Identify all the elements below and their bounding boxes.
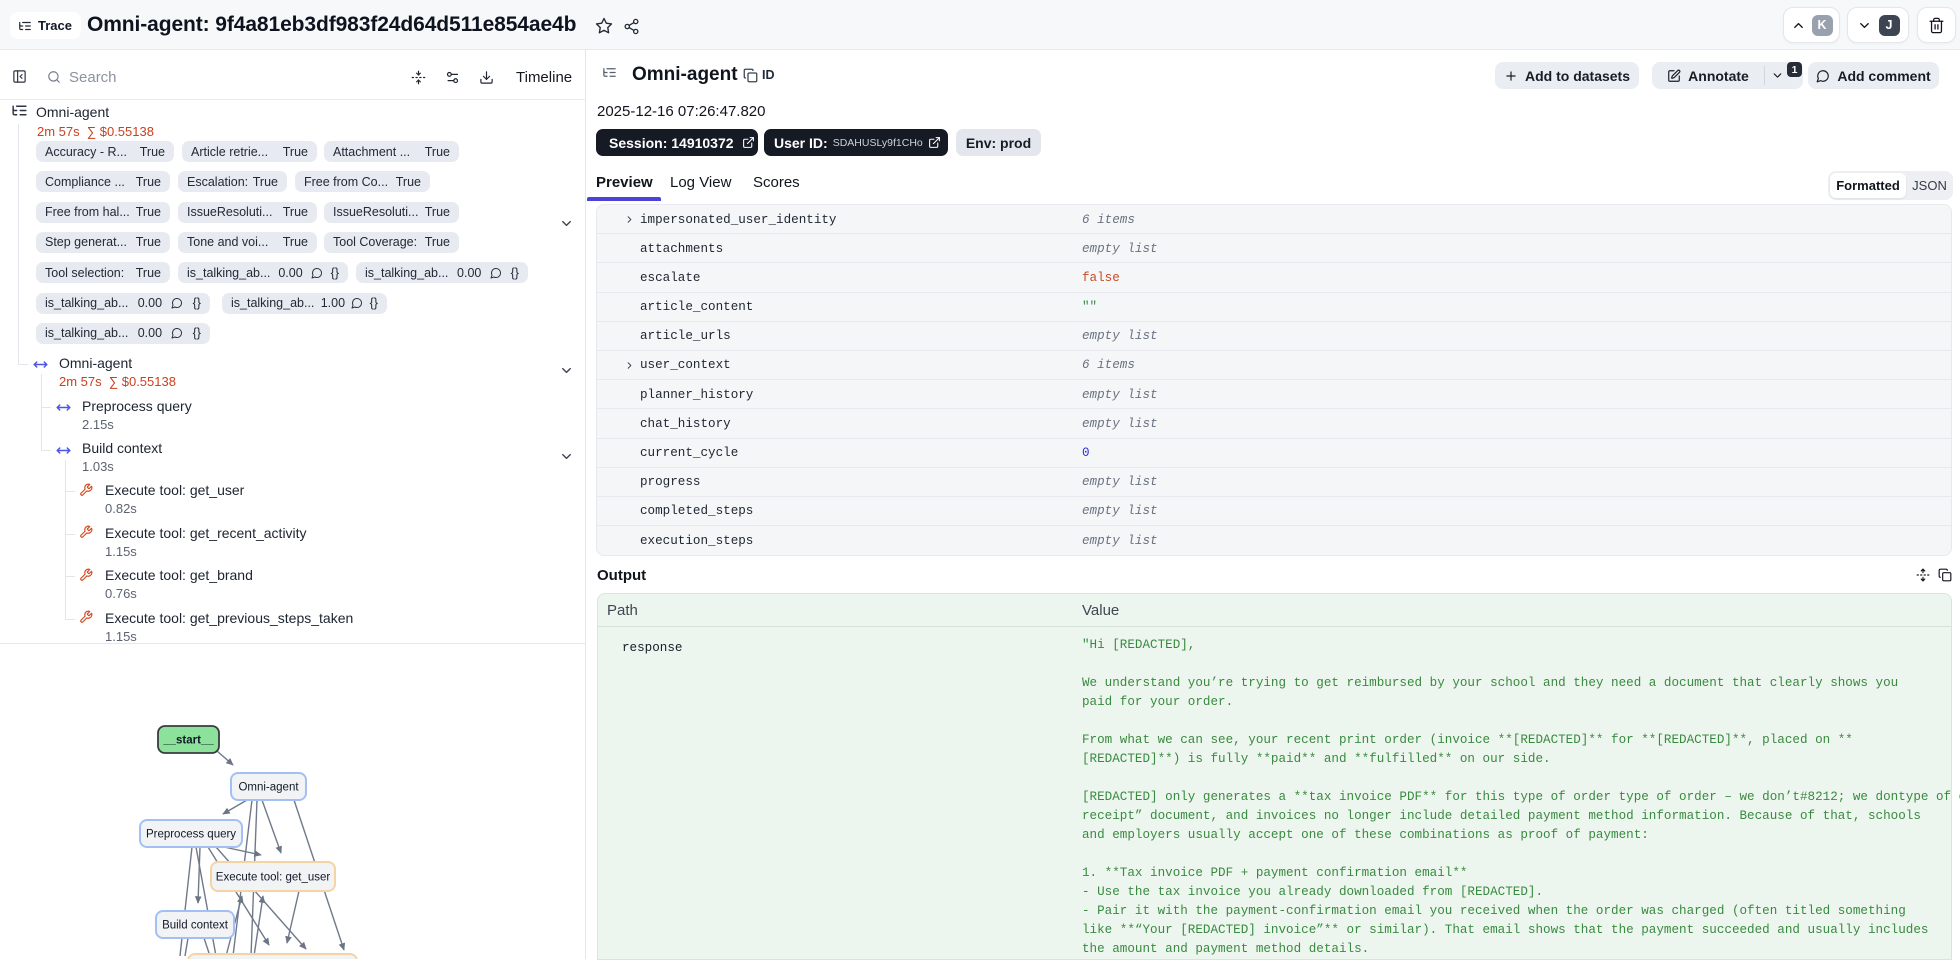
svg-text:Execute tool: get_user: Execute tool: get_user: [216, 872, 331, 884]
svg-text:Build context: Build context: [162, 920, 229, 932]
svg-text:Preprocess query: Preprocess query: [146, 829, 236, 841]
svg-text:Omni-agent: Omni-agent: [238, 782, 299, 794]
svg-text:__start__: __start__: [162, 735, 214, 747]
